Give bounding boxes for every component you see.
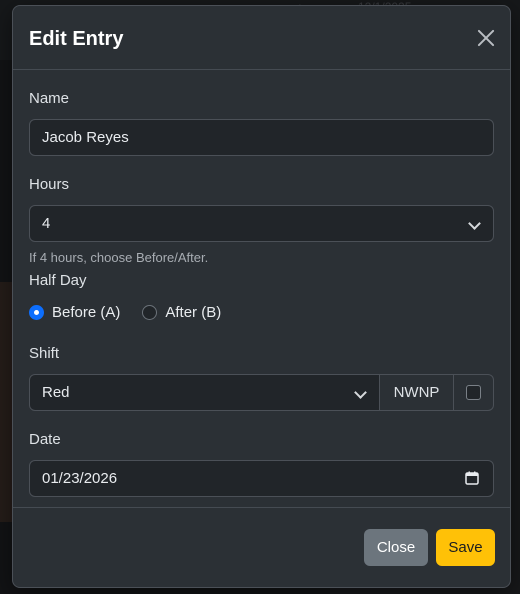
shift-select[interactable]: Red	[29, 374, 380, 411]
save-button[interactable]: Save	[436, 529, 495, 566]
name-label: Name	[29, 90, 70, 107]
nwnp-checkbox[interactable]	[466, 385, 481, 400]
chevron-down-icon	[468, 217, 481, 230]
hours-value: 4	[42, 215, 51, 232]
modal-footer: Close Save	[13, 507, 510, 587]
edit-entry-modal: Edit Entry Name Hours 4 If 4 hours, choo…	[12, 5, 511, 588]
radio-before-a-label[interactable]: Before (A)	[52, 304, 120, 321]
shift-label: Shift	[29, 345, 60, 362]
modal-header: Edit Entry	[13, 6, 510, 70]
close-button[interactable]: Close	[364, 529, 428, 566]
chevron-down-icon	[354, 386, 367, 399]
hours-help-text: If 4 hours, choose Before/After.	[29, 250, 209, 265]
half-day-options: Before (A) After (B)	[29, 302, 243, 322]
radio-before-a[interactable]	[29, 304, 44, 320]
date-input[interactable]: 01/23/2026	[29, 460, 494, 497]
modal-title: Edit Entry	[29, 28, 124, 50]
half-day-label: Half Day	[29, 272, 87, 289]
nwnp-addon-label: NWNP	[380, 374, 454, 411]
hours-label: Hours	[29, 176, 70, 193]
hours-select[interactable]: 4	[29, 205, 494, 242]
date-value: 01/23/2026	[42, 470, 118, 487]
shift-input-group: Red NWNP	[29, 374, 494, 411]
date-label: Date	[29, 431, 61, 448]
radio-after-b-label[interactable]: After (B)	[165, 304, 221, 321]
radio-after-b[interactable]	[142, 304, 158, 320]
shift-value: Red	[42, 384, 70, 401]
calendar-icon[interactable]	[465, 471, 479, 485]
name-input[interactable]	[29, 119, 494, 156]
nwnp-checkbox-wrap	[454, 374, 494, 411]
close-icon[interactable]	[474, 26, 498, 50]
